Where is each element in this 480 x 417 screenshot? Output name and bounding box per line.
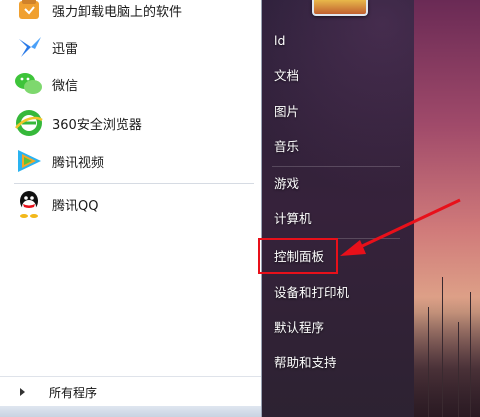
grass-stem xyxy=(470,292,471,417)
right-item-pictures[interactable]: 图片 xyxy=(274,101,404,123)
right-item-games[interactable]: 游戏 xyxy=(274,173,404,195)
all-programs-label: 所有程序 xyxy=(49,385,98,400)
right-item-help-support[interactable]: 帮助和支持 xyxy=(274,352,404,374)
separator xyxy=(272,166,400,167)
program-label: 腾讯QQ xyxy=(52,198,99,214)
highlight-box xyxy=(258,238,338,274)
program-label: 强力卸载电脑上的软件 xyxy=(52,4,183,20)
grass-stem xyxy=(428,307,429,417)
user-avatar[interactable] xyxy=(312,0,368,16)
program-item-thunder[interactable]: 迅雷 xyxy=(10,29,255,65)
program-item-wechat[interactable]: 微信 xyxy=(10,66,255,102)
right-item-documents[interactable]: 文档 xyxy=(274,65,404,87)
desktop-wallpaper xyxy=(414,0,480,417)
search-bar-area xyxy=(0,406,261,417)
right-item-default-programs[interactable]: 默认程序 xyxy=(274,317,404,339)
program-label: 迅雷 xyxy=(52,41,79,57)
tencent-video-icon xyxy=(14,146,44,176)
right-item-computer[interactable]: 计算机 xyxy=(274,208,404,230)
start-menu: 强力卸载电脑上的软件 迅雷 微信 360安全浏览器 腾讯视频 腾讯QQ 所有程序… xyxy=(0,0,414,417)
right-item-music[interactable]: 音乐 xyxy=(274,136,404,158)
places-panel: ld 文档 图片 音乐 游戏 计算机 控制面板 设备和打印机 默认程序 帮助和支… xyxy=(262,0,414,417)
program-item-qq[interactable]: 腾讯QQ xyxy=(10,186,255,222)
uninstaller-icon xyxy=(14,0,44,25)
right-item-devices-printers[interactable]: 设备和打印机 xyxy=(274,282,404,304)
program-label: 腾讯视频 xyxy=(52,155,105,171)
grass-stem xyxy=(458,322,459,417)
all-programs-button[interactable]: 所有程序 xyxy=(0,376,261,407)
program-label: 微信 xyxy=(52,78,79,94)
program-label: 360安全浏览器 xyxy=(52,117,142,133)
triangle-right-icon xyxy=(20,388,25,396)
separator xyxy=(14,183,254,184)
360-browser-icon xyxy=(14,108,44,138)
programs-panel: 强力卸载电脑上的软件 迅雷 微信 360安全浏览器 腾讯视频 腾讯QQ 所有程序 xyxy=(0,0,262,417)
grass-stem xyxy=(442,277,443,417)
right-item-user[interactable]: ld xyxy=(274,30,404,52)
program-item-tencent-video[interactable]: 腾讯视频 xyxy=(10,143,255,179)
thunder-icon xyxy=(14,32,44,62)
wechat-icon xyxy=(14,69,44,99)
program-item-360-browser[interactable]: 360安全浏览器 xyxy=(10,105,255,141)
qq-icon xyxy=(14,189,44,219)
program-item-uninstaller[interactable]: 强力卸载电脑上的软件 xyxy=(10,0,255,28)
